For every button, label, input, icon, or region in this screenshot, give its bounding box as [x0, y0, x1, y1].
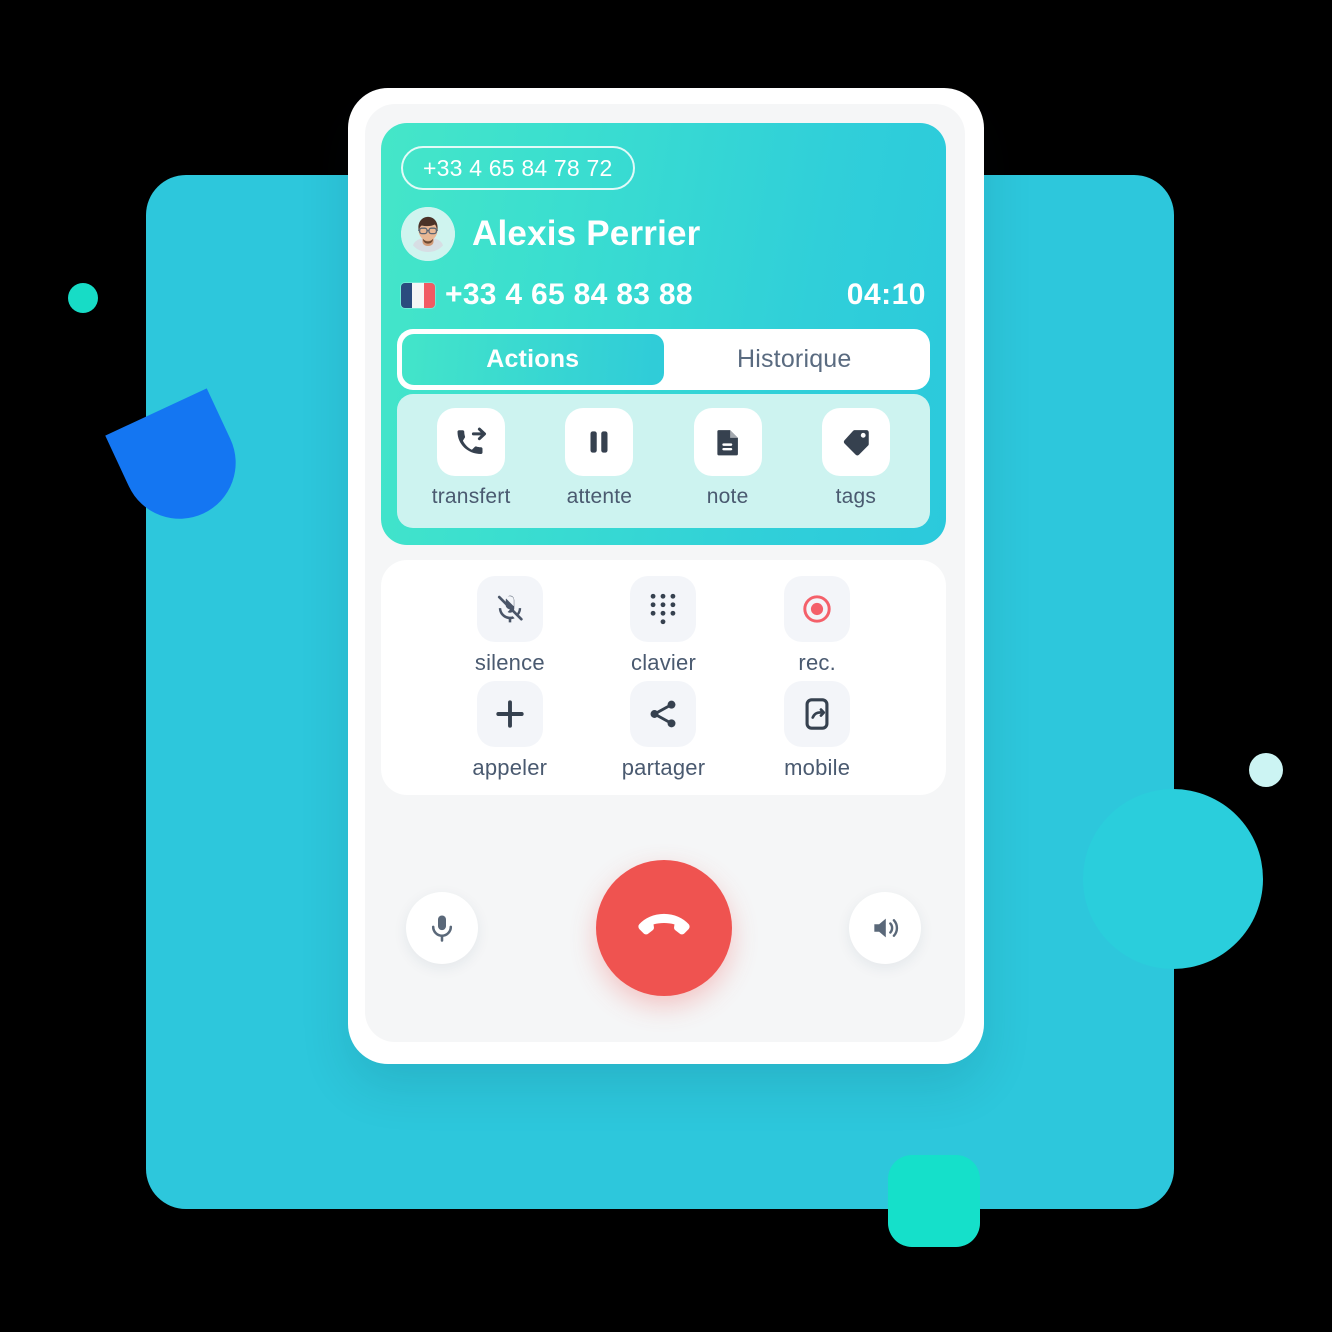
control-clavier-tile[interactable]: [630, 576, 697, 642]
mic-button[interactable]: [406, 891, 478, 964]
hangup-button[interactable]: [595, 859, 732, 996]
share-icon: [646, 697, 680, 731]
tab-actions[interactable]: Actions: [402, 334, 664, 385]
control-appeler-tile[interactable]: [476, 680, 543, 747]
plus-icon: [492, 696, 528, 732]
control-mobile-label: mobile: [784, 754, 851, 780]
tab-historique-label: Historique: [736, 345, 852, 373]
action-transfert-tile[interactable]: [437, 408, 506, 476]
action-tags-tile[interactable]: [821, 408, 890, 476]
call-bottom-bar: [381, 855, 946, 1000]
control-appeler-label: appeler: [472, 754, 548, 780]
control-appeler[interactable]: appeler: [433, 680, 587, 786]
document-note-icon: [711, 425, 745, 459]
phone-number-row: +33 4 65 84 83 88 04:10: [401, 278, 926, 312]
call-transfer-icon: [453, 424, 489, 460]
tag-icon: [839, 425, 873, 459]
contact-name: Alexis Perrier: [472, 214, 701, 253]
action-note-tile[interactable]: [693, 408, 762, 476]
control-rec-label: rec.: [798, 650, 836, 675]
speaker-button[interactable]: [849, 891, 921, 964]
action-note-label: note: [706, 485, 749, 508]
control-clavier[interactable]: clavier: [587, 576, 741, 681]
action-transfert-label: transfert: [431, 485, 511, 508]
control-partager[interactable]: partager: [587, 680, 741, 786]
background-square-green: [888, 1155, 980, 1247]
control-rec[interactable]: rec.: [740, 576, 894, 681]
action-attente-label: attente: [566, 485, 633, 508]
background-dot-pale: [1249, 753, 1283, 787]
call-header-card: +33 4 65 84 78 72 Alexis Perrier +33 4 6…: [381, 123, 946, 545]
action-note[interactable]: note: [664, 408, 792, 528]
avatar: [401, 207, 455, 261]
control-partager-tile[interactable]: [630, 680, 697, 747]
control-silence[interactable]: silence: [433, 576, 587, 681]
background-dot-teal: [68, 283, 98, 313]
contact-row: Alexis Perrier: [401, 207, 701, 261]
control-mobile[interactable]: mobile: [740, 680, 894, 786]
caller-id-text: +33 4 65 84 78 72: [423, 154, 613, 181]
tab-actions-label: Actions: [486, 345, 580, 373]
control-silence-tile[interactable]: [476, 576, 543, 642]
action-attente-tile[interactable]: [565, 408, 634, 476]
actions-strip: transfert attente note tags: [397, 394, 930, 528]
action-tags-label: tags: [835, 485, 877, 508]
france-flag-icon: [401, 282, 435, 308]
action-transfert[interactable]: transfert: [407, 408, 535, 528]
mobile-transfer-icon: [802, 697, 832, 731]
phone-number: +33 4 65 84 83 88: [445, 278, 693, 311]
background-circle-large: [1083, 789, 1263, 969]
tab-bar: Actions Historique: [397, 329, 930, 390]
hangup-phone-icon: [630, 894, 698, 962]
microphone-icon: [426, 912, 458, 944]
control-silence-label: silence: [474, 650, 545, 675]
caller-id-pill[interactable]: +33 4 65 84 78 72: [401, 146, 635, 190]
microphone-muted-icon: [493, 592, 527, 626]
control-clavier-label: clavier: [631, 650, 696, 675]
call-controls-card: silence clavier rec. appeler partager mo…: [381, 560, 946, 795]
record-icon: [800, 592, 834, 626]
control-mobile-tile[interactable]: [784, 680, 851, 747]
action-tags[interactable]: tags: [792, 408, 920, 528]
tab-historique[interactable]: Historique: [664, 334, 926, 385]
control-partager-label: partager: [621, 754, 706, 780]
call-timer: 04:10: [846, 278, 926, 311]
pause-icon: [582, 425, 616, 459]
dialpad-icon: [648, 592, 678, 626]
speaker-icon: [869, 912, 901, 944]
control-rec-tile[interactable]: [784, 576, 851, 642]
screenshot-canvas: +33 4 65 84 78 72 Alexis Perrier +33 4 6…: [0, 0, 1332, 1332]
action-attente[interactable]: attente: [535, 408, 663, 528]
